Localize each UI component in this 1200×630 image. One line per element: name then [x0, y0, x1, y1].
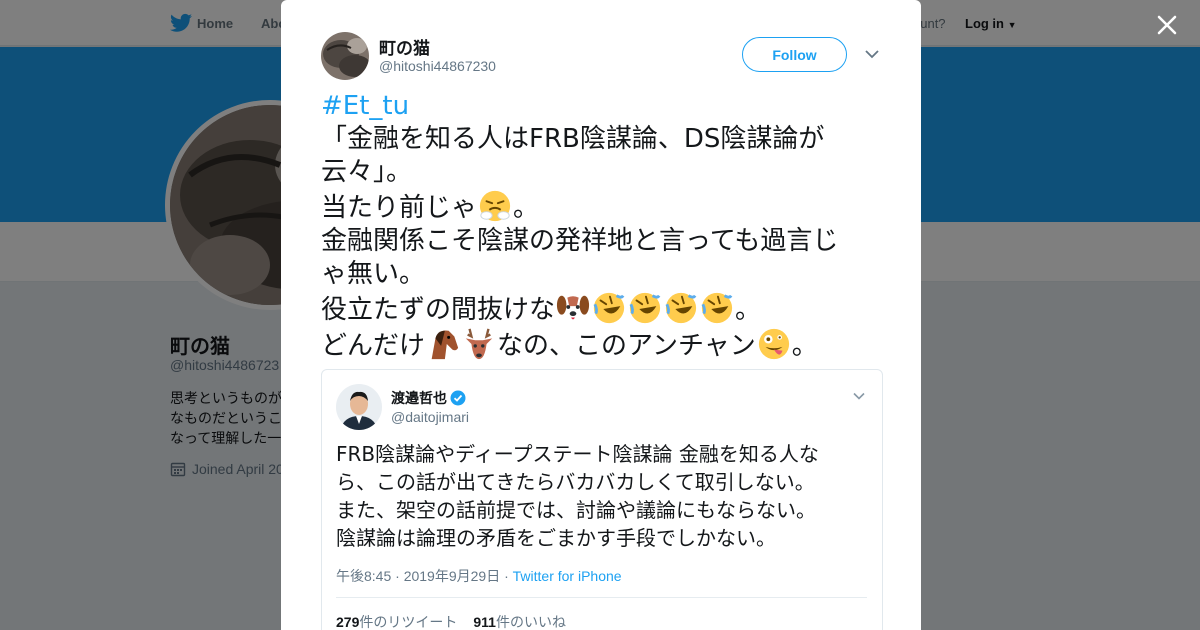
- tweet-line-text: 当たり前じゃ: [321, 193, 478, 223]
- like-label: 件のいいね: [495, 614, 566, 630]
- tweet-line-end: 。: [735, 295, 762, 325]
- divider: [336, 597, 867, 598]
- follow-button[interactable]: Follow: [742, 37, 847, 72]
- tweet-line: 「金融を知る人はFRB陰謀論、DS陰謀論が: [321, 124, 825, 154]
- quoted-source-link[interactable]: Twitter for iPhone: [513, 568, 622, 584]
- retweet-count: 279: [336, 614, 360, 630]
- tweet-modal: 町の猫 @hitoshi44867230 Follow #Et_tu 「金融を知…: [281, 0, 921, 630]
- like-stat[interactable]: 911件のいいね: [473, 614, 566, 630]
- chevron-down-icon[interactable]: [853, 391, 865, 401]
- person-photo-icon: [336, 384, 382, 430]
- rofl-emoji-icon: [701, 292, 733, 324]
- quoted-author-avatar[interactable]: [336, 384, 382, 430]
- tweet-line-end: 。: [513, 193, 540, 223]
- retweet-stat[interactable]: 279件のリツイート: [336, 614, 457, 630]
- quoted-line: FRB陰謀論やディープステート陰謀論 金融を知る人な: [336, 442, 819, 466]
- quoted-line: また、架空の話前提では、討論や議論にもならない。: [336, 498, 816, 522]
- quoted-tweet-card[interactable]: 渡邉哲也 @daitojimari FRB陰謀論やディープステート陰謀論 金融を…: [321, 369, 883, 630]
- tweet-line: ゃ無い。: [321, 259, 426, 289]
- tweet-line: 金融関係こそ陰謀の発祥地と言っても過言じ: [321, 226, 839, 256]
- tweet-line: どんだけ なの、このアンチャン 。: [321, 327, 886, 363]
- deer-emoji-icon: [465, 328, 493, 360]
- rofl-emoji-icon: [665, 292, 697, 324]
- rofl-emoji-icon: [593, 292, 625, 324]
- tweet-line: 云々」。: [321, 157, 413, 187]
- quoted-author-name[interactable]: 渡邉哲也: [391, 388, 466, 408]
- quoted-author-handle[interactable]: @daitojimari: [391, 409, 469, 425]
- tweet-line: 役立たずの間抜けな 。: [321, 291, 886, 327]
- tweet-line-text: なの、このアンチャン: [497, 331, 756, 361]
- close-icon[interactable]: [1155, 13, 1179, 37]
- cat-photo-icon: [321, 32, 369, 80]
- horse-emoji-icon: [431, 330, 459, 360]
- quoted-tweet-stats: 279件のリツイート 911件のいいね: [336, 612, 566, 630]
- quoted-line: 陰謀論は論理の矛盾をごまかす手段でしかない。: [336, 526, 776, 550]
- dog-face-emoji-icon: [556, 295, 590, 323]
- steam-face-emoji-icon: [479, 190, 511, 222]
- author-name[interactable]: 町の猫: [379, 34, 430, 59]
- quoted-timestamp[interactable]: 午後8:45 · 2019年9月29日 ·: [336, 568, 513, 584]
- rofl-emoji-icon: [629, 292, 661, 324]
- tweet-text: #Et_tu 「金融を知る人はFRB陰謀論、DS陰謀論が 云々」。 当たり前じゃ…: [321, 90, 886, 363]
- retweet-label: 件のリツイート: [359, 614, 458, 630]
- quoted-line: ら、この話が出てきたらバカバカしくて取引しない。: [336, 470, 815, 494]
- quoted-tweet-text: FRB陰謀論やディープステート陰謀論 金融を知る人な ら、この話が出てきたらバカ…: [336, 440, 876, 552]
- tweet-line: 当たり前じゃ 。: [321, 189, 886, 225]
- tweet-line-text: 役立たずの間抜けな: [321, 295, 556, 325]
- author-avatar[interactable]: [321, 32, 369, 80]
- hashtag-link[interactable]: #Et_tu: [321, 90, 886, 123]
- author-handle[interactable]: @hitoshi44867230: [379, 58, 496, 74]
- zany-face-emoji-icon: [758, 328, 789, 360]
- quoted-author-name-text: 渡邉哲也: [391, 390, 447, 406]
- tweet-line-text: どんだけ: [321, 331, 426, 361]
- tweet-line-end: 。: [791, 331, 818, 361]
- chevron-down-icon[interactable]: [865, 48, 879, 60]
- like-count: 911: [473, 614, 496, 630]
- quoted-tweet-meta: 午後8:45 · 2019年9月29日 · Twitter for iPhone: [336, 566, 622, 586]
- verified-badge-icon: [450, 390, 466, 406]
